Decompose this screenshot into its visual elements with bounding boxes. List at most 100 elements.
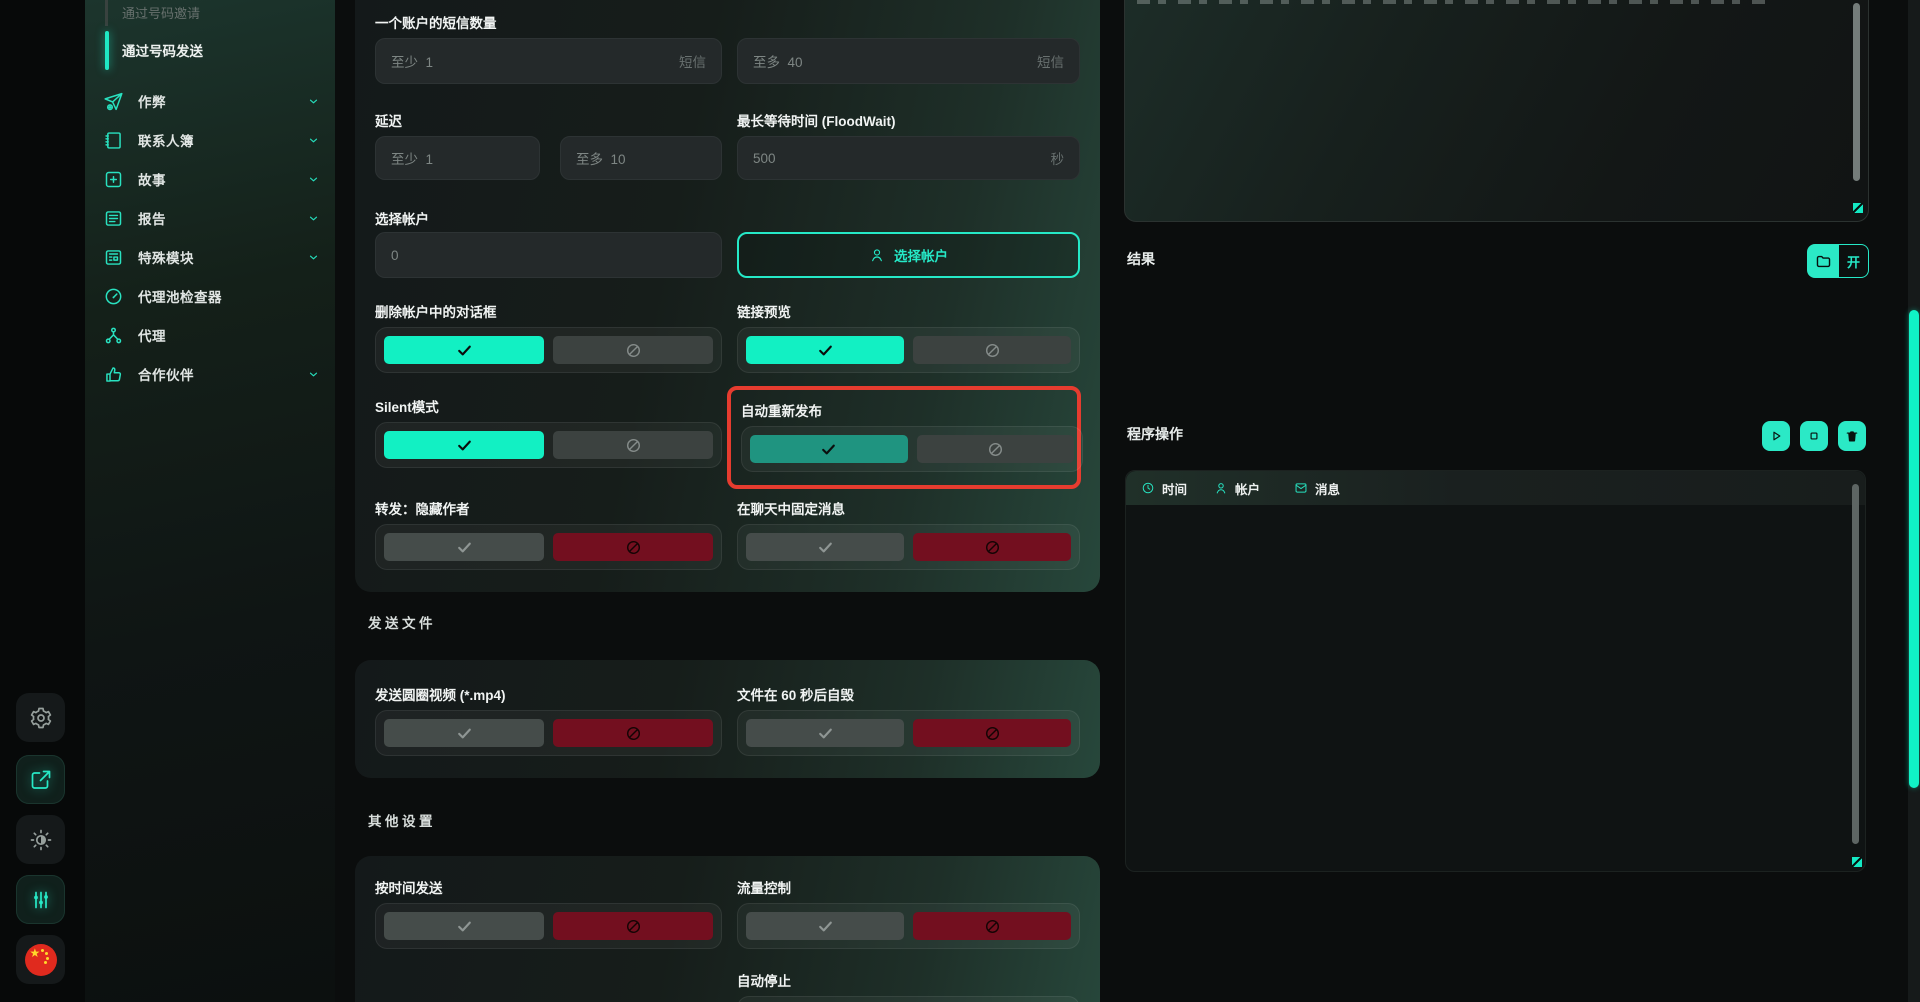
message-textarea[interactable] (1124, 0, 1869, 222)
toggle-group (375, 710, 722, 756)
column-label: 帐户 (1235, 479, 1260, 498)
ban-icon (625, 539, 642, 556)
toggle-field: 自动停止 (737, 970, 1080, 1002)
sidebar-item-label: 代理池检查器 (138, 286, 222, 306)
check-icon (456, 539, 473, 556)
sidebar-item-label: 代理 (138, 325, 166, 345)
textarea-scrollbar[interactable] (1853, 3, 1860, 181)
check-icon (456, 725, 473, 742)
table-column-header[interactable]: 帐户 (1214, 471, 1260, 505)
page-scrollbar-thumb[interactable] (1909, 310, 1919, 788)
toggle-no-button[interactable] (917, 435, 1075, 463)
toggle-no-button[interactable] (553, 431, 713, 459)
field-label: 选择帐户 (375, 208, 429, 228)
sidebar-item[interactable]: 联系人簿 (85, 121, 335, 159)
contacts-icon (103, 130, 124, 151)
play-icon (1769, 429, 1783, 443)
sidebar-item[interactable]: 代理池检查器 (85, 277, 335, 315)
toggle-field: 自动重新发布 (727, 386, 1081, 489)
toggle-no-button[interactable] (553, 912, 713, 940)
resize-handle-icon[interactable] (1853, 203, 1863, 213)
clock-icon (1141, 481, 1155, 495)
resize-handle-icon[interactable] (1852, 857, 1862, 867)
settings-rail-button[interactable] (16, 693, 65, 742)
sidebar-item[interactable]: 代理 (85, 316, 335, 354)
toggle-yes-button[interactable] (746, 912, 904, 940)
operations-table: 时间 帐户 消息 (1125, 470, 1866, 872)
toggle-no-button[interactable] (913, 719, 1071, 747)
toggle-no-button[interactable] (913, 533, 1071, 561)
open-folder-button[interactable] (1807, 244, 1839, 278)
delay-min-input[interactable]: 至少 1 (375, 136, 540, 180)
table-column-header[interactable]: 时间 (1141, 471, 1187, 505)
toggle-yes-button[interactable] (384, 336, 544, 364)
input-value: 500 (753, 151, 776, 166)
filters-rail-button[interactable] (16, 875, 65, 924)
sms-min-input[interactable]: 至少 1 短信 (375, 38, 722, 84)
sidebar-item-label: 联系人簿 (138, 130, 194, 150)
external-link-rail-button[interactable] (16, 755, 65, 804)
stop-button[interactable] (1800, 421, 1828, 451)
sidebar-subitem-active[interactable]: 通过号码发送 (122, 40, 203, 60)
toggle-label: Silent模式 (375, 396, 722, 413)
ban-icon (625, 918, 642, 935)
toggle-yes-button[interactable] (750, 435, 908, 463)
toggle-group (375, 422, 722, 468)
toggle-no-button[interactable] (913, 336, 1071, 364)
input-value: 至少 1 (391, 148, 433, 168)
field-label: 延迟 (375, 110, 402, 130)
partners-icon (103, 364, 124, 385)
delete-button[interactable] (1838, 421, 1866, 451)
toggle-group (741, 426, 1083, 472)
mail-icon (1294, 481, 1308, 495)
sidebar-item[interactable]: 特殊模块 (85, 238, 335, 276)
open-button[interactable]: 开 (1839, 244, 1869, 278)
sidebar-item[interactable]: 合作伙伴 (85, 355, 335, 393)
sidebar-item-label: 合作伙伴 (138, 364, 194, 384)
toggle-yes-button[interactable] (746, 336, 904, 364)
toggle-yes-button[interactable] (746, 719, 904, 747)
toggle-field: 链接预览 (737, 301, 1080, 373)
sidebar-item[interactable]: 故事 (85, 160, 335, 198)
select-accounts-button[interactable]: 选择帐户 (737, 232, 1080, 278)
toggle-yes-button[interactable] (384, 533, 544, 561)
proxy-icon (103, 325, 124, 346)
input-suffix: 短信 (1037, 51, 1064, 71)
toggle-no-button[interactable] (553, 533, 713, 561)
theme-rail-button[interactable] (16, 815, 65, 864)
ban-icon (984, 342, 1001, 359)
table-scrollbar[interactable] (1852, 484, 1859, 844)
app: 通过号码邀请通过号码发送 作弊联系人簿故事报告特殊模块代理池检查器代理合作伙伴 … (0, 0, 1920, 1002)
language-rail-button[interactable] (16, 935, 65, 984)
start-button[interactable] (1762, 421, 1790, 451)
accounts-count-input[interactable]: 0 (375, 232, 722, 278)
ban-icon (984, 539, 1001, 556)
brightness-icon (29, 828, 53, 852)
toggle-no-button[interactable] (553, 336, 713, 364)
floodwait-input[interactable]: 500 秒 (737, 136, 1080, 180)
sidebar-item[interactable]: 报告 (85, 199, 335, 237)
toggle-yes-button[interactable] (746, 533, 904, 561)
toggle-yes-button[interactable] (384, 431, 544, 459)
input-value: 至多 40 (753, 51, 803, 71)
toggle-field: 删除帐户中的对话框 (375, 301, 722, 373)
check-icon (456, 342, 473, 359)
input-suffix: 短信 (679, 51, 706, 71)
toggle-no-button[interactable] (913, 912, 1071, 940)
toggle-label: 链接预览 (737, 301, 1080, 318)
sms-max-input[interactable]: 至多 40 短信 (737, 38, 1080, 84)
sidebar-item[interactable]: 作弊 (85, 82, 335, 120)
check-icon (817, 342, 834, 359)
delay-max-input[interactable]: 至多 10 (560, 136, 722, 180)
page-scrollbar-track[interactable] (1908, 0, 1920, 1002)
toggle-no-button[interactable] (553, 719, 713, 747)
toggle-yes-button[interactable] (384, 912, 544, 940)
toggle-yes-button[interactable] (384, 719, 544, 747)
table-column-header[interactable]: 消息 (1294, 471, 1340, 505)
table-header: 时间 帐户 消息 (1126, 471, 1865, 505)
input-value: 至多 10 (576, 148, 626, 168)
ban-icon (625, 342, 642, 359)
toggle-field: 文件在 60 秒后自毁 (737, 684, 1080, 756)
check-icon (817, 725, 834, 742)
sidebar-subitem[interactable]: 通过号码邀请 (122, 3, 200, 22)
